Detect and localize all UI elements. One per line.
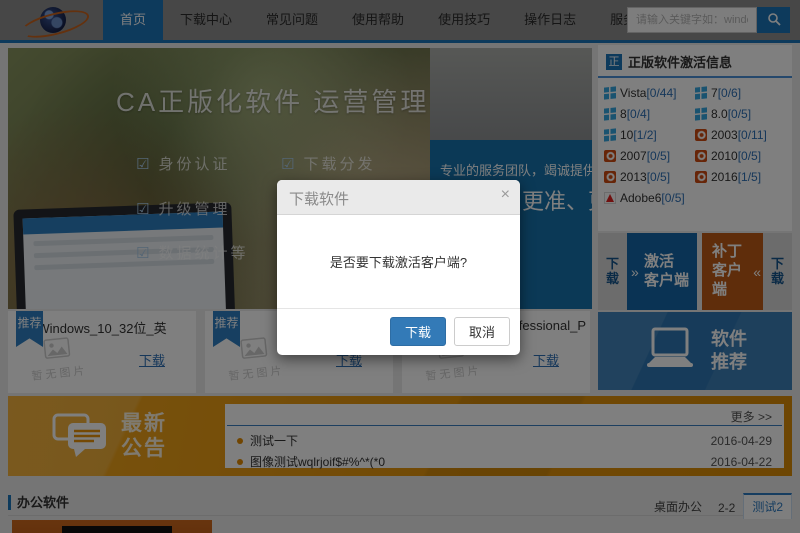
dialog-footer: 下载 取消: [277, 308, 520, 354]
dialog-title: 下载软件: [289, 188, 349, 209]
dialog-header: 下载软件 ×: [277, 180, 520, 215]
close-icon[interactable]: ×: [501, 186, 510, 204]
cancel-button[interactable]: 取消: [454, 317, 510, 346]
page: 首页 下载中心 常见问题 使用帮助 使用技巧 操作日志 服务: [0, 0, 800, 533]
download-dialog: 下载软件 × 是否要下载激活客户端? 下载 取消: [277, 180, 520, 355]
confirm-download-button[interactable]: 下载: [390, 317, 446, 346]
dialog-body: 是否要下载激活客户端?: [277, 215, 520, 308]
